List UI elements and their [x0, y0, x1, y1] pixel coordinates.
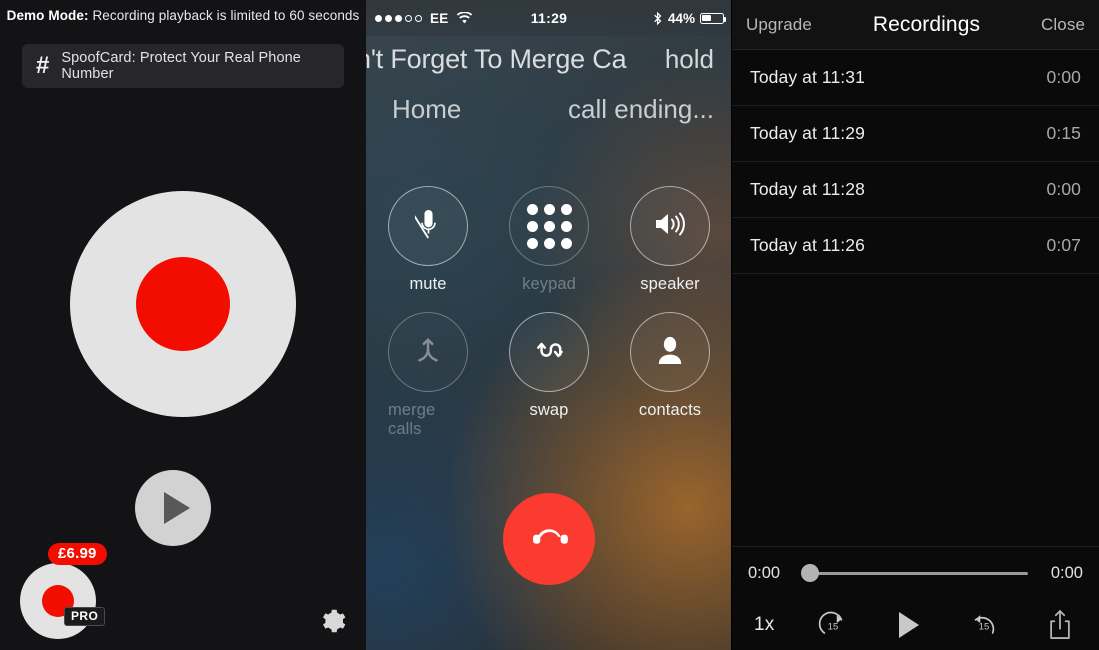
speaker-icon: [652, 209, 688, 244]
playback-speed-button[interactable]: 1x: [754, 614, 774, 636]
recording-row[interactable]: Today at 11:31 0:00: [732, 50, 1099, 106]
recording-label: Today at 11:26: [750, 235, 865, 255]
three-panel-screenshot: Demo Mode: Recording playback is limited…: [0, 0, 1099, 650]
scrubber-handle[interactable]: [801, 564, 819, 582]
keypad-button-label: keypad: [522, 275, 576, 293]
call-b-name: hold: [664, 44, 714, 74]
hash-icon: #: [36, 52, 50, 79]
speaker-button-label: speaker: [640, 275, 700, 293]
recordings-title: Recordings: [872, 12, 981, 36]
contacts-button-circle: [630, 312, 710, 392]
swap-button-label: swap: [529, 401, 569, 419]
scrubber-slider[interactable]: [801, 564, 1028, 582]
mute-button-label: mute: [409, 275, 447, 293]
call-participants-header: n't Forget To Merge Ca Home hold call en…: [366, 44, 732, 140]
recordings-list[interactable]: Today at 11:31 0:00 Today at 11:29 0:15 …: [732, 50, 1099, 546]
demo-mode-banner: Demo Mode: Recording playback is limited…: [0, 8, 366, 23]
contacts-person-icon: [656, 335, 684, 370]
player-scrubber-row: 0:00 0:00: [732, 547, 1099, 599]
recording-row[interactable]: Today at 11:29 0:15: [732, 106, 1099, 162]
mute-microphone-icon: [410, 207, 442, 245]
call-a-status: Home: [392, 94, 462, 124]
price-badge[interactable]: £6.99: [48, 543, 107, 565]
mute-button-circle: [388, 186, 468, 266]
swap-button[interactable]: swap: [509, 312, 589, 439]
keypad-button[interactable]: keypad: [509, 186, 589, 294]
record-button[interactable]: [70, 191, 296, 417]
bluetooth-icon: [653, 11, 663, 26]
end-call-button[interactable]: [503, 493, 595, 585]
call-controls-row-2: merge calls swap contacts: [366, 312, 732, 439]
player-controls-row: 1x 15 15: [732, 599, 1099, 650]
skip-back-15-button[interactable]: 15: [967, 608, 1001, 642]
audio-player: 0:00 0:00 1x 15 15: [732, 546, 1099, 650]
recording-row[interactable]: Today at 11:28 0:00: [732, 162, 1099, 218]
close-button[interactable]: Close: [1041, 15, 1085, 35]
call-a-name: n't Forget To Merge Ca: [366, 44, 627, 74]
pro-record-button[interactable]: [20, 563, 96, 639]
recordings-panel: Upgrade Recordings Close Today at 11:31 …: [732, 0, 1099, 650]
upgrade-button[interactable]: Upgrade: [746, 15, 812, 35]
contacts-button[interactable]: contacts: [630, 312, 710, 439]
keypad-icon: [526, 203, 572, 249]
swap-icon: [534, 336, 564, 369]
call-controls-row-1: mute keypad speaker: [366, 186, 732, 294]
contacts-button-label: contacts: [638, 401, 702, 419]
merge-calls-button[interactable]: merge calls: [388, 312, 468, 439]
share-upload-icon[interactable]: [1043, 608, 1077, 642]
play-button[interactable]: [135, 470, 211, 546]
merge-calls-button-label: merge calls: [388, 401, 436, 438]
mute-button[interactable]: mute: [388, 186, 468, 294]
speaker-button-circle: [630, 186, 710, 266]
elapsed-time: 0:00: [748, 563, 781, 582]
recording-label: Today at 11:31: [750, 67, 865, 87]
demo-mode-label: Demo Mode:: [6, 8, 89, 23]
spoofcard-promo-text: SpoofCard: Protect Your Real Phone Numbe…: [61, 50, 301, 82]
end-call-handset-icon: [527, 515, 571, 564]
swap-button-circle: [509, 312, 589, 392]
recorder-app-panel: Demo Mode: Recording playback is limited…: [0, 0, 366, 650]
recording-duration: 0:15: [1046, 123, 1081, 143]
recording-row[interactable]: Today at 11:26 0:07: [732, 218, 1099, 274]
call-b-status: call ending...: [568, 94, 714, 124]
play-icon: [898, 612, 919, 638]
recording-label: Today at 11:29: [750, 123, 865, 143]
skip-forward-15-button[interactable]: 15: [816, 608, 850, 642]
gear-icon[interactable]: [318, 606, 348, 636]
in-call-screen-panel: EE 11:29 44% n't Forget To Merge Ca Home…: [366, 0, 732, 650]
pro-badge: PRO: [64, 607, 106, 626]
play-icon: [163, 492, 190, 524]
keypad-button-circle: [509, 186, 589, 266]
call-controls-grid: mute keypad speaker merge calls swap con…: [366, 186, 732, 457]
recording-duration: 0:00: [1046, 179, 1081, 199]
recording-duration: 0:00: [1046, 67, 1081, 87]
ios-status-bar: EE 11:29 44%: [366, 0, 732, 36]
remaining-time: 0:00: [1050, 563, 1083, 582]
recording-duration: 0:07: [1046, 235, 1081, 255]
status-bar-right: 44%: [653, 10, 727, 26]
recording-label: Today at 11:28: [750, 179, 865, 199]
demo-mode-text: Recording playback is limited to 60 seco…: [88, 8, 360, 23]
play-button[interactable]: [892, 608, 926, 642]
recordings-header: Upgrade Recordings Close: [732, 0, 1099, 50]
merge-calls-button-circle: [388, 312, 468, 392]
battery-icon: [700, 12, 727, 24]
record-indicator-icon: [136, 257, 230, 351]
merge-calls-icon: [413, 335, 443, 370]
battery-percent-label: 44%: [667, 10, 695, 26]
spoofcard-promo-banner[interactable]: # SpoofCard: Protect Your Real Phone Num…: [22, 44, 344, 88]
speaker-button[interactable]: speaker: [630, 186, 710, 294]
svg-text:15: 15: [828, 621, 838, 632]
svg-text:15: 15: [979, 621, 989, 632]
